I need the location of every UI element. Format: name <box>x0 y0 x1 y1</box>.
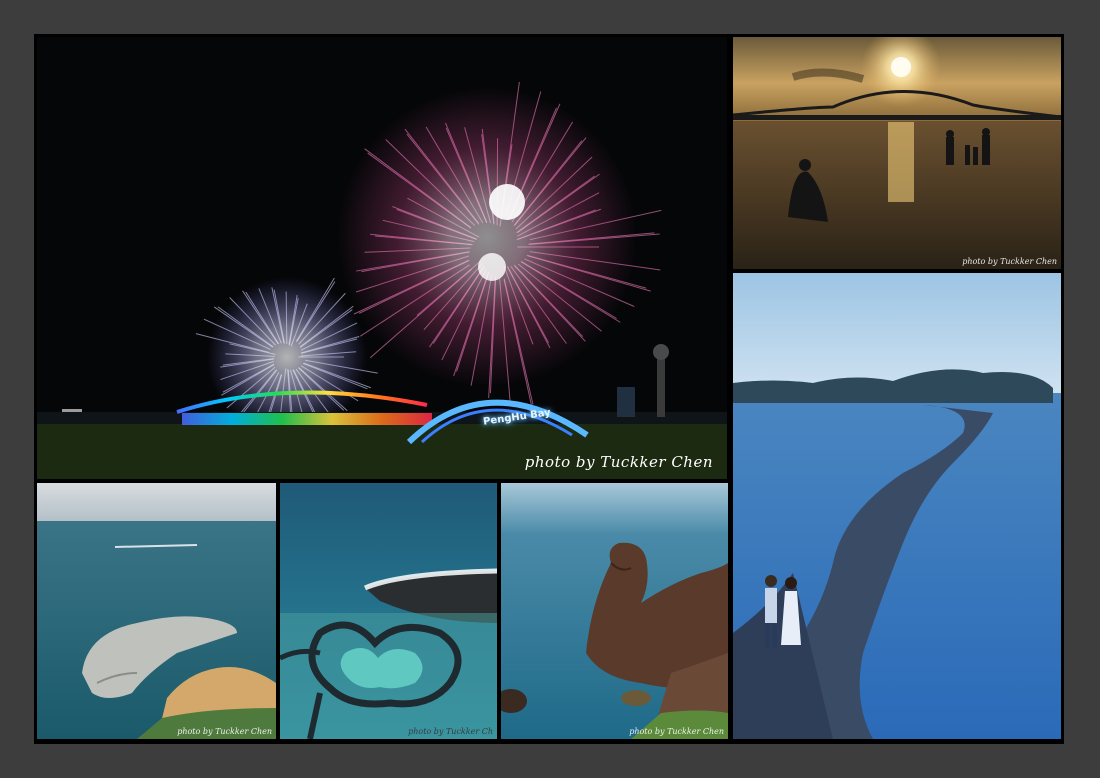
fireworks-photo: PengHu Bay photo by Tuckker Chen <box>37 37 727 479</box>
twin-hearts-photo: photo by Tuckker Ch <box>280 483 497 739</box>
photo-credit: photo by Tuckker Chen <box>177 727 272 736</box>
photo-credit: photo by Tuckker Chen <box>524 453 713 471</box>
sandbar-photo <box>733 273 1061 739</box>
photo-credit: photo by Tuckker Chen <box>629 727 724 736</box>
photo-credit: photo by Tuckker Ch <box>408 727 493 736</box>
photo-credit: photo by Tuckker Chen <box>962 257 1057 266</box>
sunset-bridge-photo: photo by Tuckker Chen <box>733 37 1061 269</box>
sea-stack-photo: photo by Tuckker Chen <box>501 483 728 739</box>
coastal-rock-photo: photo by Tuckker Chen <box>37 483 276 739</box>
